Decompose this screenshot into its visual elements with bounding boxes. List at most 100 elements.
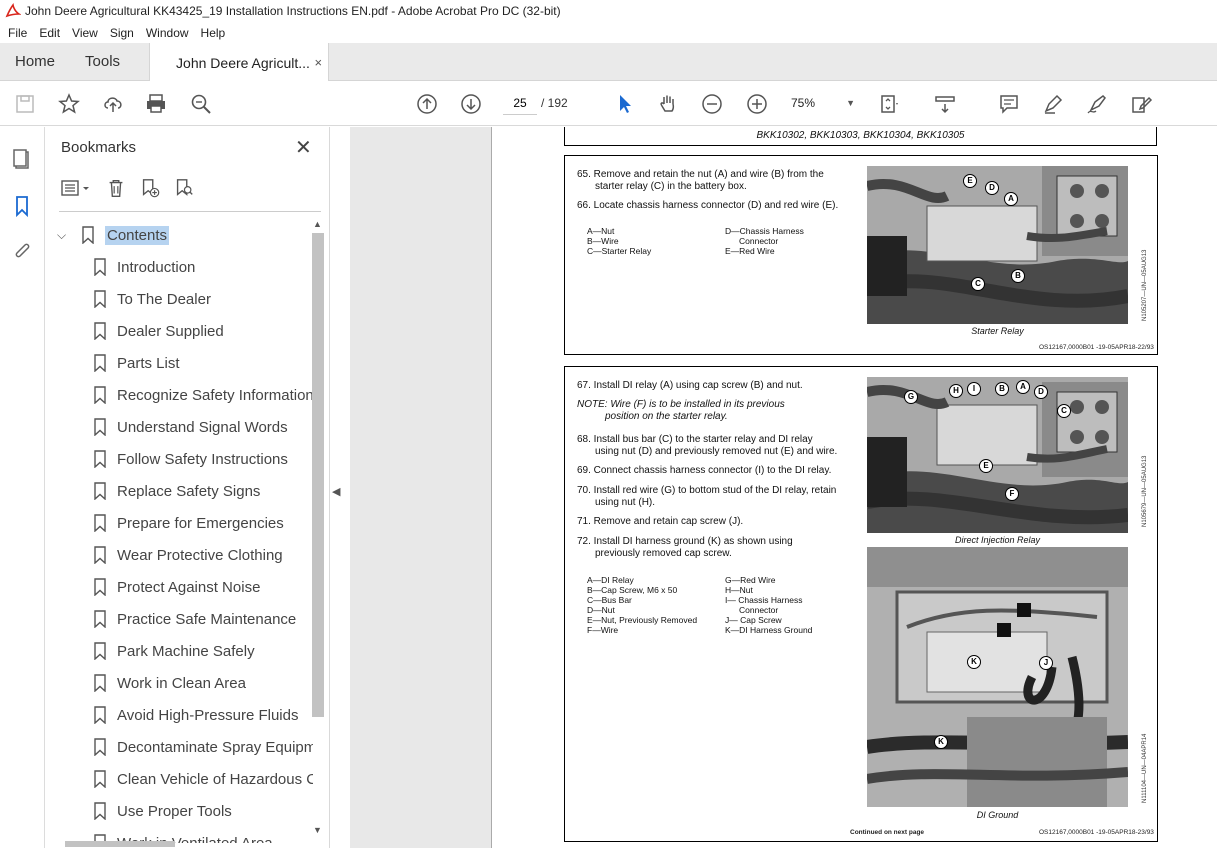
block-footer: OS12167,0000B01 -19-05APR18-23/93 — [1039, 829, 1154, 836]
figure-id: N105679—UN—05AUG13 — [1142, 455, 1148, 527]
menu-sign[interactable]: Sign — [104, 26, 140, 40]
continued-note: Continued on next page — [850, 829, 925, 836]
new-bookmark-icon[interactable] — [137, 175, 163, 201]
bookmark-item[interactable]: Avoid High-Pressure Fluids — [45, 699, 313, 731]
page-number-input[interactable] — [503, 91, 537, 115]
bookmark-item[interactable]: Recognize Safety Information — [45, 379, 313, 411]
figure-caption: DI Ground — [976, 810, 1019, 820]
scroll-down-icon[interactable]: ▼ — [313, 825, 322, 835]
header-models: BKK10302, BKK10303, BKK10304, BKK10305 — [756, 130, 965, 141]
legend-item: C—Starter Relay — [587, 246, 652, 256]
bookmark-item[interactable]: Decontaminate Spray Equipment — [45, 731, 313, 763]
legend-item: D—Chassis Harness — [725, 226, 804, 236]
select-pointer-icon[interactable] — [612, 91, 638, 117]
zoom-in-icon[interactable] — [744, 91, 770, 117]
bookmark-item[interactable]: Practice Safe Maintenance — [45, 603, 313, 635]
document-viewer[interactable]: BKK10302, BKK10303, BKK10304, BKK10305 6… — [350, 127, 1217, 848]
bookmark-item[interactable]: Replace Safety Signs — [45, 475, 313, 507]
share-icon[interactable] — [100, 91, 126, 117]
di-ground-illustration — [867, 547, 1128, 807]
bookmark-item[interactable]: Work in Clean Area — [45, 667, 313, 699]
print-icon[interactable] — [143, 91, 169, 117]
scroll-up-icon[interactable]: ▲ — [313, 219, 322, 229]
sign-icon[interactable] — [1084, 91, 1110, 117]
tab-document-label: John Deere Agricult... — [176, 54, 310, 71]
menu-view[interactable]: View — [66, 26, 104, 40]
chevron-down-icon[interactable]: ⌵ — [57, 228, 71, 243]
bookmarks-panel-icon[interactable] — [10, 194, 34, 218]
scrollbar-thumb[interactable] — [312, 233, 324, 717]
legend-item: A—DI Relay — [587, 575, 634, 585]
scroll-mode-icon[interactable] — [932, 91, 958, 117]
bookmark-item[interactable]: To The Dealer — [45, 283, 313, 315]
menu-help[interactable]: Help — [195, 26, 232, 40]
highlight-pen-icon[interactable] — [1040, 91, 1066, 117]
legend-item: Connector — [739, 236, 779, 246]
bookmark-star-icon[interactable] — [56, 91, 82, 117]
comment-icon[interactable] — [996, 91, 1022, 117]
delete-bookmark-icon[interactable] — [103, 175, 129, 201]
page-fit-icon[interactable] — [876, 91, 902, 117]
pdf-page: BKK10302, BKK10303, BKK10304, BKK10305 6… — [491, 127, 1217, 848]
bookmarks-scrollbar[interactable]: ▲ ▼ — [311, 219, 325, 839]
menu-window[interactable]: Window — [140, 26, 195, 40]
tab-tools[interactable]: Tools — [70, 43, 135, 80]
chevron-down-icon: ▼ — [846, 98, 855, 108]
hand-tool-icon[interactable] — [655, 91, 681, 117]
step-72-cont: previously removed cap screw. — [595, 548, 732, 559]
tab-document[interactable]: John Deere Agricult... × — [149, 43, 330, 82]
callout-label: I — [967, 382, 981, 396]
instruction-block-2: 67. Install DI relay (A) using cap screw… — [564, 366, 1158, 842]
close-icon[interactable]: ✕ — [295, 135, 312, 160]
bookmark-icon — [94, 802, 106, 820]
find-bookmark-icon[interactable] — [171, 175, 197, 201]
bookmark-label: Practice Safe Maintenance — [117, 610, 297, 628]
bookmark-item[interactable]: Understand Signal Words — [45, 411, 313, 443]
zoom-out-icon[interactable] — [699, 91, 725, 117]
bookmark-icon — [94, 418, 106, 436]
attachments-icon[interactable] — [10, 240, 34, 264]
bookmark-item[interactable]: Clean Vehicle of Hazardous Chemicals — [45, 763, 313, 795]
previous-page-icon[interactable] — [414, 91, 440, 117]
legend-item: Connector — [739, 605, 779, 615]
bookmark-item[interactable]: Wear Protective Clothing — [45, 539, 313, 571]
callout-label: C — [971, 277, 985, 291]
divider — [59, 211, 321, 212]
bookmark-item[interactable]: Protect Against Noise — [45, 571, 313, 603]
bookmark-icon — [94, 450, 106, 468]
bookmark-icon — [94, 642, 106, 660]
bookmark-item[interactable]: Parts List — [45, 347, 313, 379]
menu-file[interactable]: File — [2, 26, 33, 40]
tab-home[interactable]: Home — [0, 43, 70, 80]
bookmark-root-label: Contents — [105, 225, 170, 245]
bookmark-label: Recognize Safety Information — [117, 386, 313, 404]
bookmark-icon — [94, 322, 106, 340]
callout-label: E — [963, 174, 977, 188]
instruction-block-1: 65. Remove and retain the nut (A) and wi… — [564, 155, 1158, 355]
legend-item: A—Nut — [587, 226, 615, 236]
bookmark-item[interactable]: Introduction — [45, 251, 313, 283]
bookmarks-hscrollbar[interactable] — [45, 839, 313, 848]
bookmark-item[interactable]: Dealer Supplied — [45, 315, 313, 347]
legend-left-2: A—DI Relay B—Cap Screw, M6 x 50 C—Bus Ba… — [587, 575, 697, 635]
tab-close-button[interactable]: × — [314, 55, 322, 70]
figure-caption: Starter Relay — [971, 326, 1024, 336]
collapse-panel-icon[interactable]: ◀ — [332, 485, 340, 498]
zoom-select[interactable]: 75% ▼ — [791, 92, 855, 114]
edit-pdf-icon[interactable] — [1128, 91, 1154, 117]
hscrollbar-thumb[interactable] — [65, 841, 175, 847]
zoom-search-icon[interactable] — [188, 91, 214, 117]
page-thumbnails-icon[interactable] — [10, 147, 34, 171]
menu-edit[interactable]: Edit — [33, 26, 66, 40]
di-relay-figure: G H I B A D C E F — [867, 377, 1128, 533]
bookmark-item[interactable]: Prepare for Emergencies — [45, 507, 313, 539]
bookmark-item[interactable]: Use Proper Tools — [45, 795, 313, 827]
next-page-icon[interactable] — [458, 91, 484, 117]
callout-label: D — [1034, 385, 1048, 399]
bookmark-item[interactable]: Park Machine Safely — [45, 635, 313, 667]
save-icon[interactable] — [12, 91, 38, 117]
options-menu-icon[interactable] — [59, 175, 95, 201]
bookmark-label: Avoid High-Pressure Fluids — [117, 706, 299, 724]
bookmark-item[interactable]: Follow Safety Instructions — [45, 443, 313, 475]
bookmark-root[interactable]: ⌵ Contents — [45, 219, 313, 251]
